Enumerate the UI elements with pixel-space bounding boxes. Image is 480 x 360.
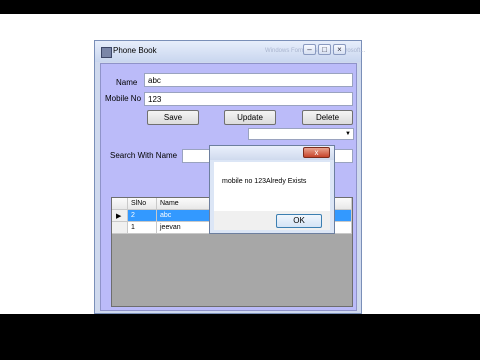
letterbox-top: [0, 0, 480, 14]
grid-corner: [112, 198, 128, 210]
cell-slno[interactable]: 2: [128, 210, 157, 222]
message-box: x mobile no 123Alredy Exists OK: [209, 145, 335, 234]
search-label: Search With Name: [110, 151, 178, 160]
mobile-label: Mobile No: [105, 94, 142, 103]
message-text: mobile no 123Alredy Exists: [222, 178, 307, 185]
window-titlebar[interactable]: Phone Book Windows Form Designer - Micro…: [95, 41, 365, 62]
column-header-slno[interactable]: SlNo: [128, 198, 157, 210]
name-input[interactable]: abc: [144, 73, 353, 87]
ok-button[interactable]: OK: [276, 214, 322, 228]
mobile-input[interactable]: 123: [144, 92, 353, 106]
filter-dropdown[interactable]: ▼: [248, 128, 354, 140]
row-header: [112, 222, 128, 234]
message-box-titlebar[interactable]: x: [210, 146, 334, 160]
update-button[interactable]: Update: [224, 110, 276, 125]
name-label: Name: [116, 78, 138, 87]
message-box-footer: OK: [214, 211, 330, 230]
message-box-body: mobile no 123Alredy Exists: [214, 162, 330, 211]
app-icon: [101, 47, 112, 58]
cell-slno[interactable]: 1: [128, 222, 157, 234]
letterbox-bottom: [0, 314, 480, 360]
screenshot: Phone Book Windows Form Designer - Micro…: [0, 0, 480, 360]
maximize-button[interactable]: □: [318, 44, 331, 55]
close-icon[interactable]: x: [303, 147, 330, 158]
window-title: Phone Book: [113, 46, 157, 55]
delete-button[interactable]: Delete: [302, 110, 353, 125]
row-pointer-icon: ▶: [112, 210, 128, 222]
chevron-down-icon: ▼: [345, 131, 351, 137]
desktop-background: [360, 14, 480, 314]
minimize-button[interactable]: –: [303, 44, 316, 55]
close-button[interactable]: ×: [333, 44, 346, 55]
save-button[interactable]: Save: [147, 110, 199, 125]
